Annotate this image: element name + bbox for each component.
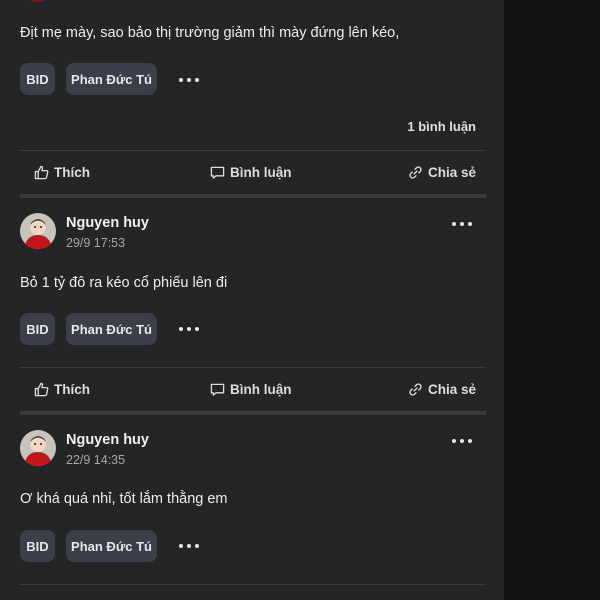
share-button[interactable]: Chia sẻ bbox=[408, 158, 476, 186]
thumbs-up-icon bbox=[34, 165, 49, 179]
comment-icon bbox=[210, 166, 225, 179]
divider bbox=[20, 584, 486, 585]
avatar-image bbox=[20, 430, 56, 466]
avatar[interactable] bbox=[20, 430, 56, 466]
share-label: Chia sẻ bbox=[428, 381, 477, 397]
post-date: 29/9 17:53 bbox=[66, 236, 126, 250]
tag-author[interactable]: Phan Đức Tú bbox=[66, 530, 157, 562]
share-label: Chia sẻ bbox=[428, 164, 477, 180]
more-icon[interactable] bbox=[452, 219, 472, 229]
link-icon bbox=[409, 165, 422, 179]
divider bbox=[20, 150, 486, 151]
more-icon[interactable] bbox=[452, 436, 472, 446]
post-date: 22/9 14:35 bbox=[66, 453, 126, 467]
post-actions: Thích Bình luận Chia sẻ bbox=[20, 375, 486, 403]
like-label: Thích bbox=[54, 164, 90, 180]
comment-icon bbox=[210, 383, 225, 396]
more-icon[interactable] bbox=[179, 75, 199, 85]
tag-bid[interactable]: BID bbox=[20, 313, 55, 345]
thumbs-up-icon bbox=[34, 382, 49, 396]
like-button[interactable]: Thích bbox=[34, 158, 90, 186]
avatar[interactable] bbox=[20, 213, 56, 249]
comment-count[interactable]: 1 bình luận bbox=[407, 119, 476, 134]
post-separator bbox=[20, 411, 486, 415]
post-separator bbox=[20, 194, 486, 198]
like-label: Thích bbox=[54, 381, 90, 397]
feed: Địt mẹ mày, sao bảo thị trường giảm thì … bbox=[0, 0, 504, 600]
comment-button[interactable]: Bình luận bbox=[210, 375, 292, 403]
share-button[interactable]: Chia sẻ bbox=[408, 375, 476, 403]
author-name[interactable]: Nguyen huy bbox=[66, 432, 149, 448]
comment-label: Bình luận bbox=[230, 164, 292, 180]
more-icon[interactable] bbox=[179, 324, 199, 334]
right-pane bbox=[504, 0, 600, 600]
tag-author[interactable]: Phan Đức Tú bbox=[66, 63, 157, 95]
tag-author[interactable]: Phan Đức Tú bbox=[66, 313, 157, 345]
comment-label: Bình luận bbox=[230, 381, 292, 397]
tag-bid[interactable]: BID bbox=[20, 63, 55, 95]
link-icon bbox=[409, 382, 422, 396]
tag-bid[interactable]: BID bbox=[20, 530, 55, 562]
post-actions: Thích Bình luận Chia sẻ bbox=[20, 158, 486, 186]
divider bbox=[20, 367, 486, 368]
comment-button[interactable]: Bình luận bbox=[210, 158, 292, 186]
author-name[interactable]: Nguyen huy bbox=[66, 215, 149, 231]
avatar[interactable] bbox=[28, 0, 46, 2]
avatar-image bbox=[20, 213, 56, 249]
more-icon[interactable] bbox=[179, 541, 199, 551]
post-content: Bỏ 1 tỷ đô ra kéo cổ phiếu lên đi bbox=[20, 275, 228, 291]
post-content: Địt mẹ mày, sao bảo thị trường giảm thì … bbox=[20, 25, 400, 41]
like-button[interactable]: Thích bbox=[34, 375, 90, 403]
post-content: Ơ khá quá nhỉ, tốt lắm thằng em bbox=[20, 491, 228, 507]
